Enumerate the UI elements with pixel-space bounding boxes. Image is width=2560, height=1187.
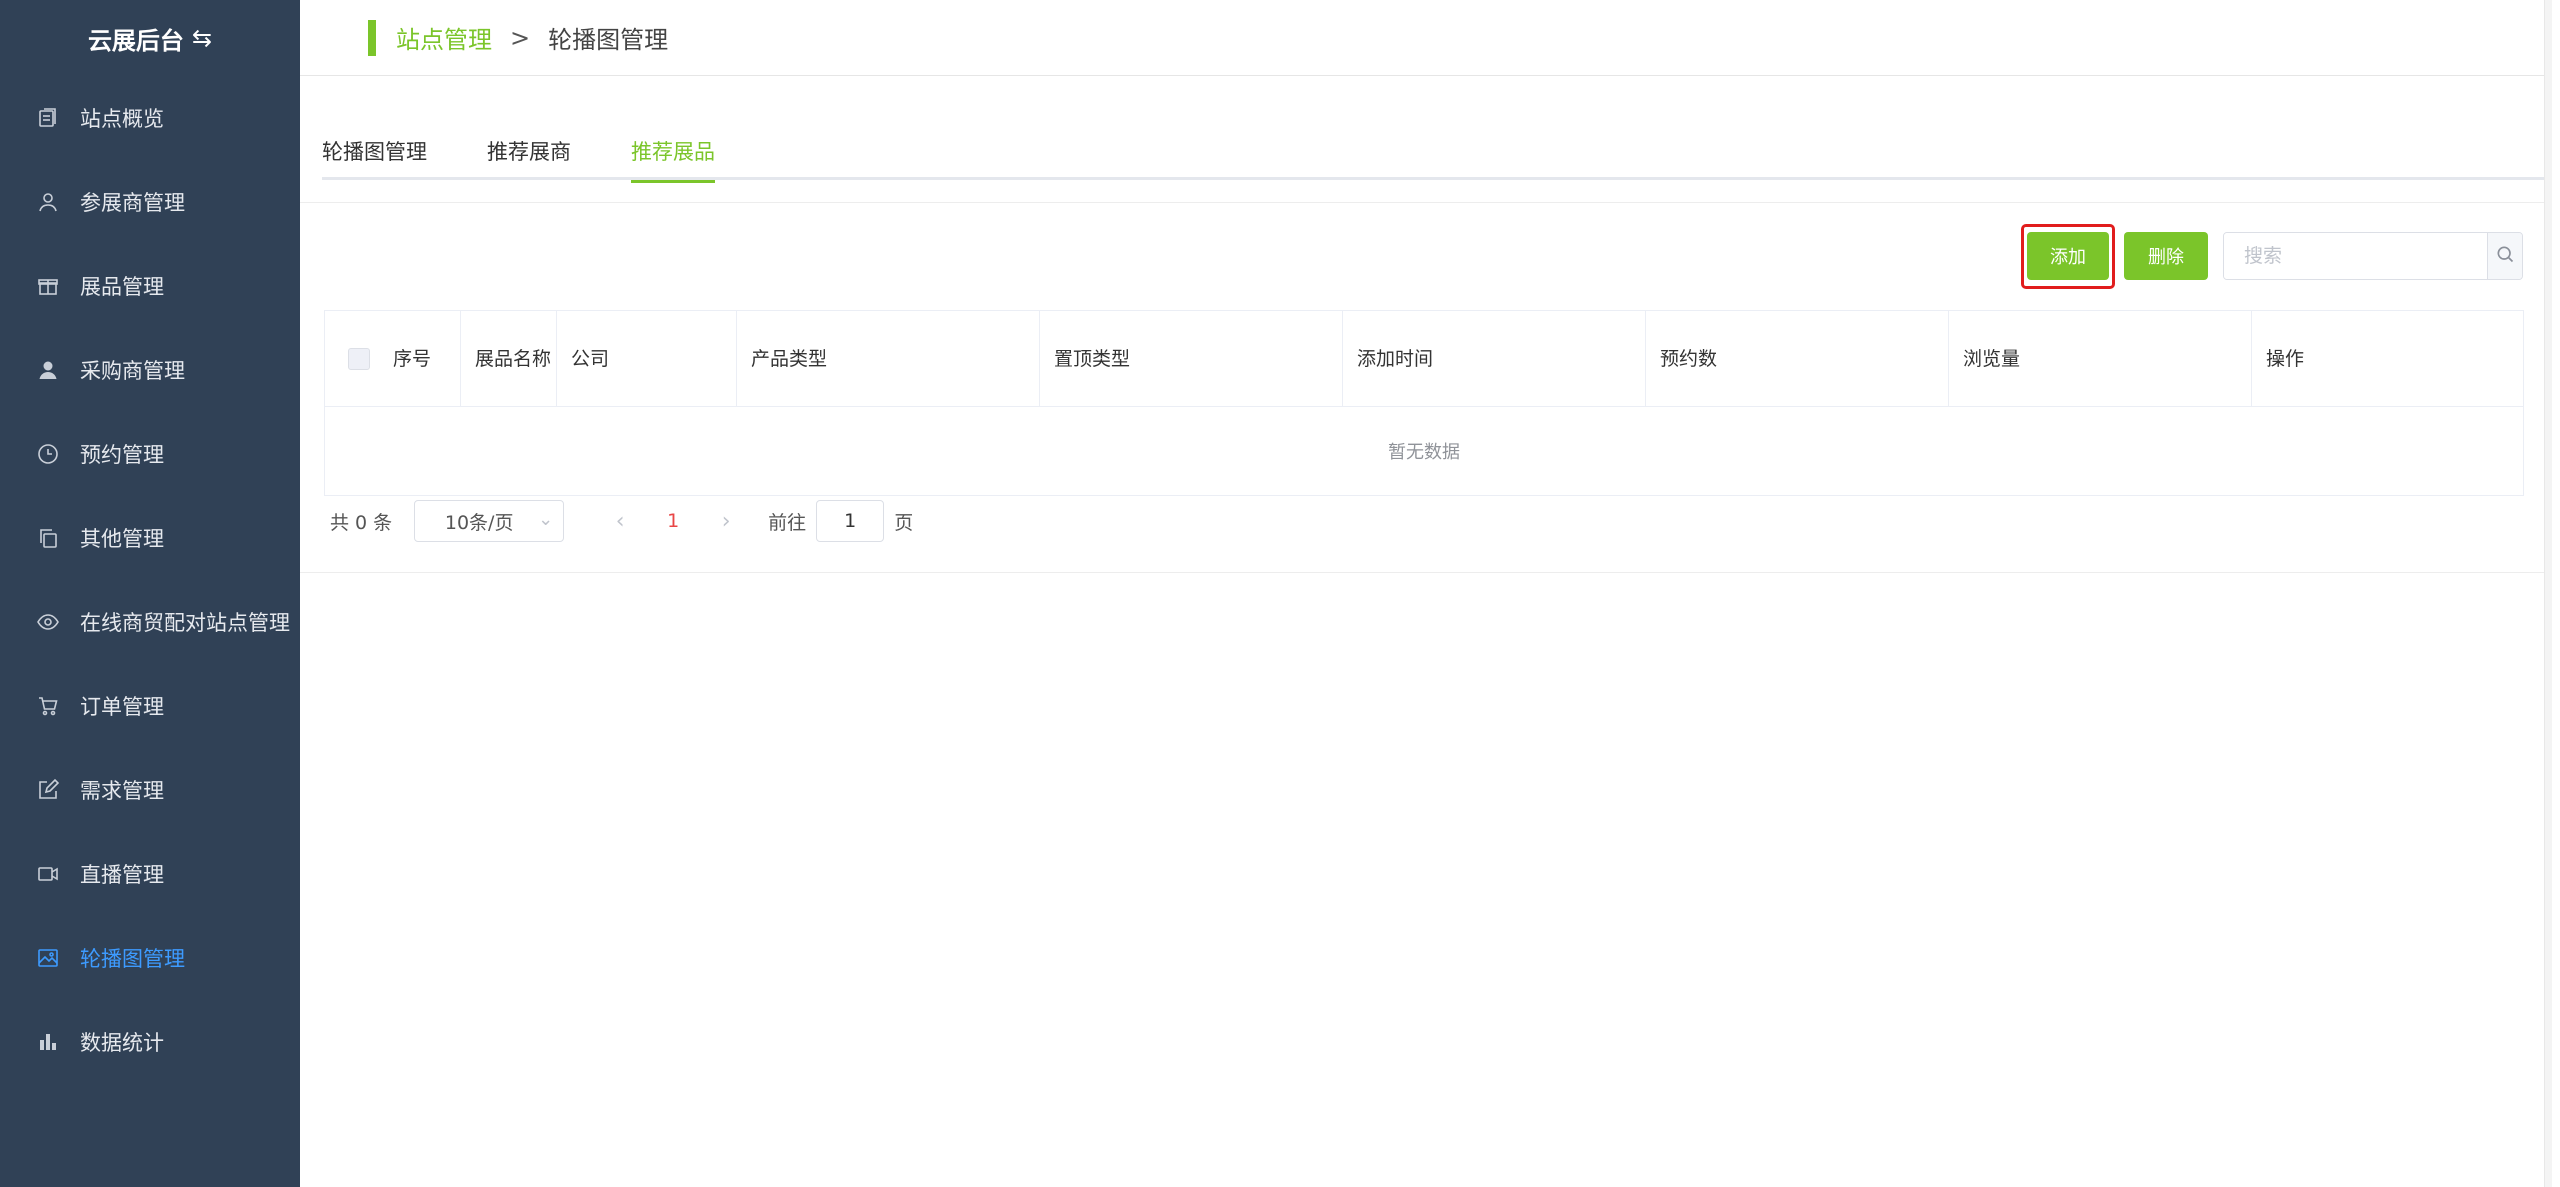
sidebar-item-live[interactable]: 直播管理 bbox=[0, 832, 300, 916]
breadcrumb-current: 轮播图管理 bbox=[548, 26, 669, 54]
goto-page-input[interactable]: 1 bbox=[816, 500, 885, 542]
column-header: 置顶类型 bbox=[1040, 311, 1343, 406]
sidebar-item-statistics[interactable]: 数据统计 bbox=[0, 1000, 300, 1084]
content-divider bbox=[300, 572, 2544, 573]
sidebar-item-other[interactable]: 其他管理 bbox=[0, 496, 300, 580]
main-content: 站点管理 > 轮播图管理 轮播图管理 推荐展商 推荐展品 添加 删除 序号 展品… bbox=[300, 0, 2552, 1187]
sidebar-item-appointments[interactable]: 预约管理 bbox=[0, 412, 300, 496]
app-title: 云展后台 bbox=[87, 26, 184, 55]
next-page-icon[interactable]: › bbox=[706, 509, 746, 534]
search-icon bbox=[2495, 244, 2515, 268]
user-filled-icon bbox=[34, 356, 62, 384]
page-suffix: 页 bbox=[894, 511, 914, 534]
sidebar-item-label: 轮播图管理 bbox=[80, 947, 185, 971]
sidebar-item-exhibits[interactable]: 展品管理 bbox=[0, 244, 300, 328]
sidebar-item-label: 数据统计 bbox=[80, 1031, 164, 1055]
scrollbar[interactable] bbox=[2544, 0, 2552, 1187]
swap-icon[interactable]: ⇆ bbox=[192, 24, 212, 52]
breadcrumb-separator: > bbox=[510, 23, 531, 52]
column-header: 序号 bbox=[393, 311, 461, 406]
sidebar-item-label: 站点概览 bbox=[80, 107, 164, 131]
sidebar-item-label: 采购商管理 bbox=[80, 359, 185, 383]
page-size-select[interactable]: 10条/页 ⌄ bbox=[414, 500, 565, 542]
column-header: 添加时间 bbox=[1343, 311, 1646, 406]
breadcrumb-parent[interactable]: 站点管理 bbox=[396, 20, 492, 55]
gift-icon bbox=[34, 272, 62, 300]
cart-icon bbox=[34, 692, 62, 720]
sidebar-item-orders[interactable]: 订单管理 bbox=[0, 664, 300, 748]
tab-carousel[interactable]: 轮播图管理 bbox=[322, 126, 427, 180]
sidebar-item-buyers[interactable]: 采购商管理 bbox=[0, 328, 300, 412]
tab-bar: 轮播图管理 推荐展商 推荐展品 bbox=[322, 126, 2552, 183]
select-all-checkbox[interactable] bbox=[348, 347, 370, 370]
eye-icon bbox=[34, 608, 62, 636]
sidebar-item-label: 预约管理 bbox=[80, 443, 164, 467]
sidebar-item-label: 需求管理 bbox=[80, 779, 164, 803]
column-header: 产品类型 bbox=[737, 311, 1040, 406]
divider bbox=[300, 202, 2544, 203]
sidebar-item-label: 直播管理 bbox=[80, 863, 164, 887]
column-header: 预约数 bbox=[1646, 311, 1949, 406]
column-header: 公司 bbox=[557, 311, 737, 406]
tab-recommended-exhibits[interactable]: 推荐展品 bbox=[631, 126, 715, 183]
copy-icon bbox=[34, 524, 62, 552]
document-icon bbox=[34, 104, 62, 132]
select-all-cell bbox=[325, 311, 393, 406]
sidebar-item-trade-matching[interactable]: 在线商贸配对站点管理 bbox=[0, 580, 300, 664]
sidebar-item-exhibitors[interactable]: 参展商管理 bbox=[0, 160, 300, 244]
user-icon bbox=[34, 188, 62, 216]
sidebar-item-label: 其他管理 bbox=[80, 527, 164, 551]
pagination-total: 共 0 条 bbox=[330, 511, 393, 534]
delete-button[interactable]: 删除 bbox=[2124, 232, 2208, 280]
empty-state: 暂无数据 bbox=[1388, 442, 1460, 463]
sidebar-item-demands[interactable]: 需求管理 bbox=[0, 748, 300, 832]
search-box bbox=[2223, 232, 2523, 280]
search-input[interactable] bbox=[2224, 233, 2487, 279]
prev-page-icon[interactable]: ‹ bbox=[600, 509, 640, 534]
column-header: 展品名称 bbox=[461, 311, 557, 406]
sidebar-item-label: 在线商贸配对站点管理 bbox=[80, 611, 290, 635]
picture-icon bbox=[34, 944, 62, 972]
bar-chart-icon bbox=[34, 1028, 62, 1056]
clock-icon bbox=[34, 440, 62, 468]
video-icon bbox=[34, 860, 62, 888]
page-number-current[interactable]: 1 bbox=[640, 510, 706, 532]
goto-label: 前往 bbox=[768, 511, 807, 534]
data-table: 序号 展品名称 公司 产品类型 置顶类型 添加时间 预约数 浏览量 操作 暂无数… bbox=[324, 310, 2524, 496]
breadcrumb: 站点管理 > 轮播图管理 bbox=[300, 0, 2552, 76]
chevron-down-icon: ⌄ bbox=[538, 509, 554, 530]
sidebar: 云展后台 ⇆ 站点概览 参展商管理 展品管理 采购商管理 预约管理 其他管理 在… bbox=[0, 0, 300, 1187]
sidebar-item-carousel[interactable]: 轮播图管理 bbox=[0, 916, 300, 1000]
sidebar-item-label: 参展商管理 bbox=[80, 191, 185, 215]
breadcrumb-accent bbox=[368, 19, 376, 56]
table-header: 序号 展品名称 公司 产品类型 置顶类型 添加时间 预约数 浏览量 操作 bbox=[325, 311, 2523, 407]
app-brand: 云展后台 ⇆ bbox=[0, 0, 300, 76]
add-button[interactable]: 添加 bbox=[2027, 232, 2109, 280]
column-header: 浏览量 bbox=[1949, 311, 2252, 406]
column-header: 操作 bbox=[2266, 347, 2305, 370]
sidebar-item-label: 订单管理 bbox=[80, 695, 164, 719]
pagination: 共 0 条 10条/页 ⌄ ‹ 1 › 前往 1 页 bbox=[330, 500, 913, 542]
tab-recommended-exhibitors[interactable]: 推荐展商 bbox=[487, 126, 571, 180]
sidebar-item-site-overview[interactable]: 站点概览 bbox=[0, 76, 300, 160]
edit-icon bbox=[34, 776, 62, 804]
sidebar-item-label: 展品管理 bbox=[80, 275, 164, 299]
page-size-value: 10条/页 bbox=[444, 511, 514, 534]
search-button[interactable] bbox=[2487, 233, 2522, 279]
